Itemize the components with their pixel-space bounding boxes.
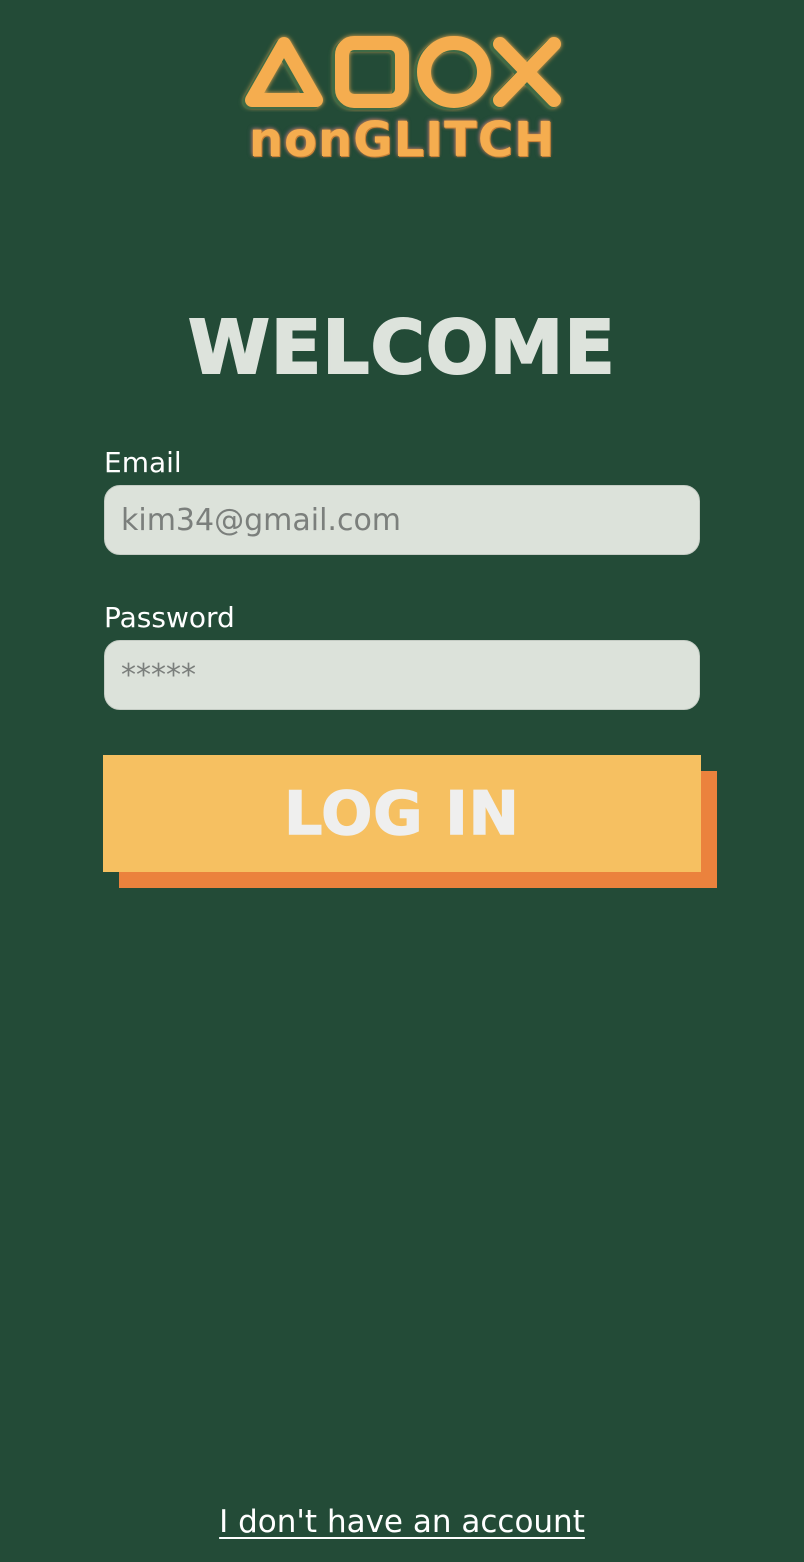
email-label: Email <box>104 446 182 479</box>
page-title: WELCOME <box>187 304 616 392</box>
brand-logo: nonGLITCH <box>236 30 568 168</box>
login-button[interactable]: LOG IN <box>103 755 701 872</box>
login-page: nonGLITCH WELCOME Email Password LOG IN … <box>0 0 804 1562</box>
email-field[interactable] <box>104 485 700 555</box>
logo-symbols-icon <box>242 36 561 110</box>
no-account-link[interactable]: I don't have an account <box>0 1500 804 1544</box>
logo-text: nonGLITCH <box>248 112 556 168</box>
password-label: Password <box>104 601 235 634</box>
password-field[interactable] <box>104 640 700 710</box>
